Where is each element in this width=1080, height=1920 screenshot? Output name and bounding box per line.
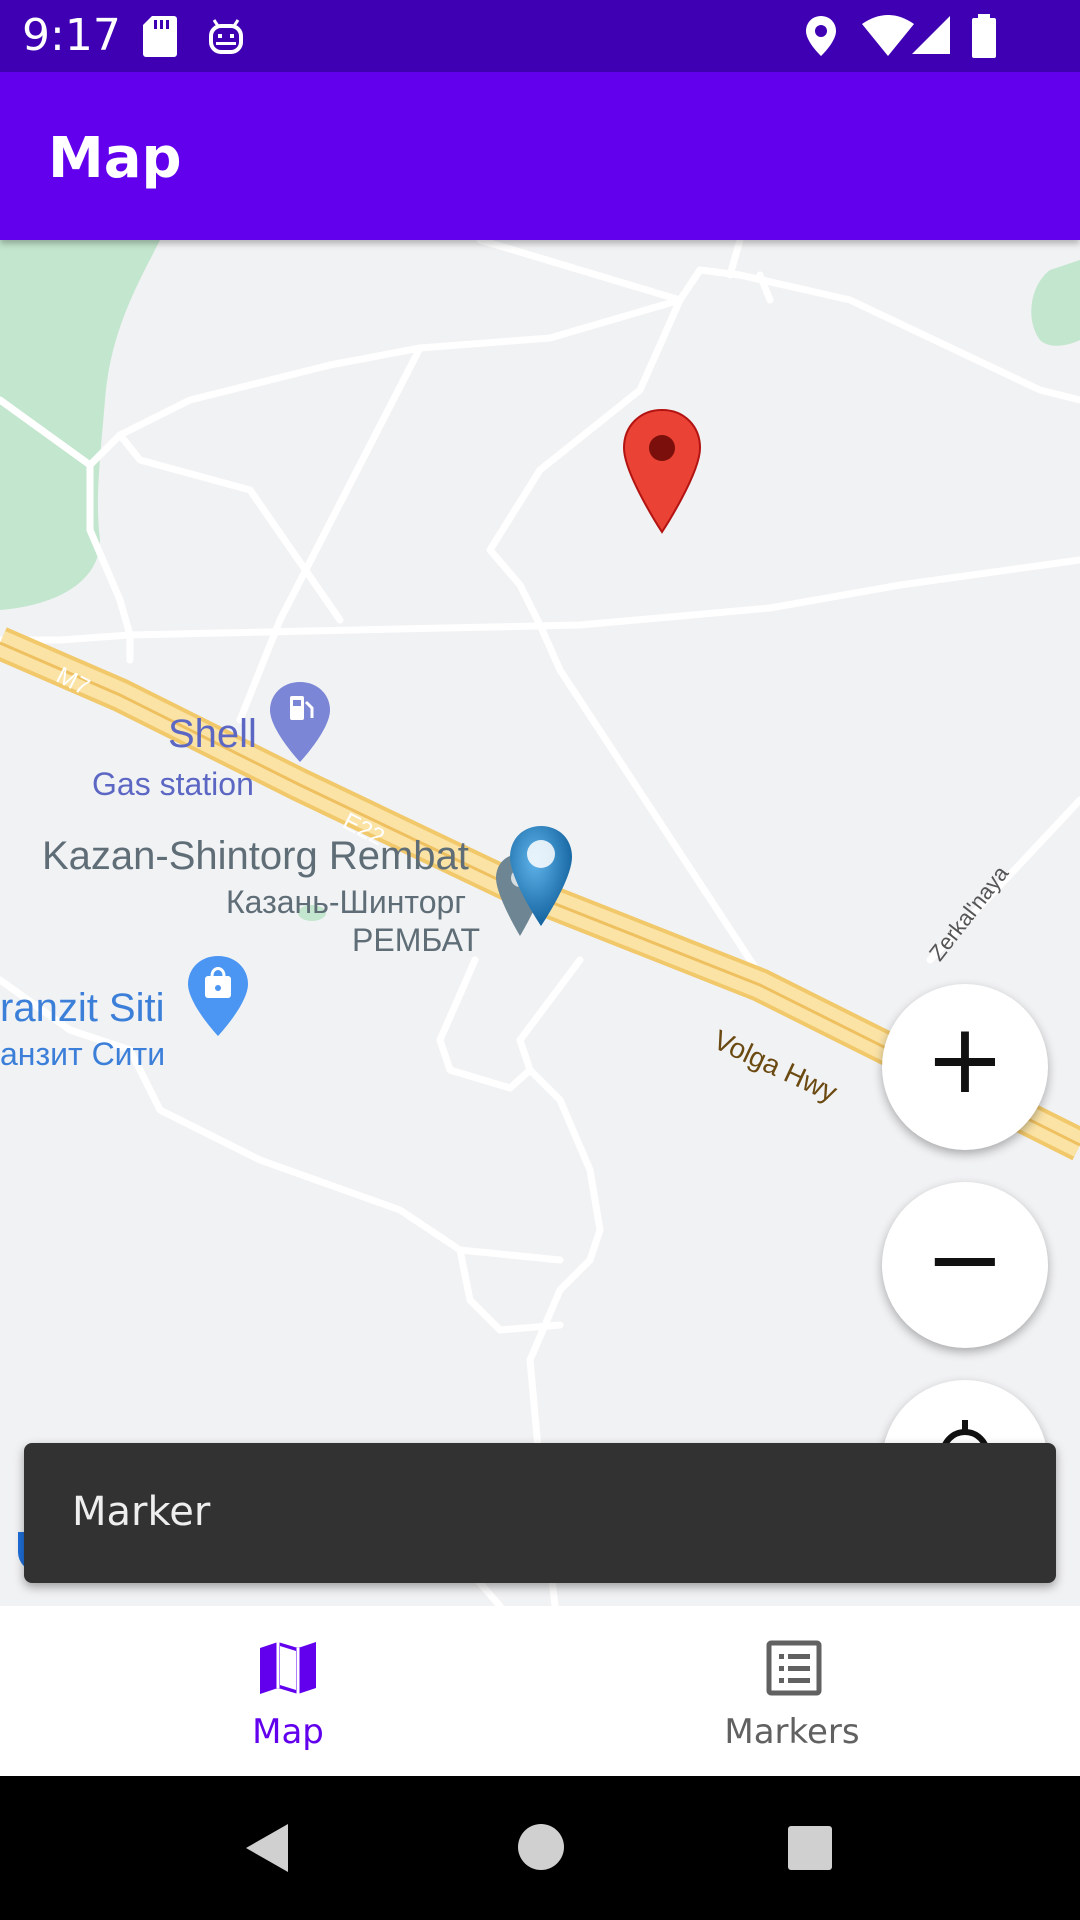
poi-label-rembat[interactable]: Kazan-Shintorg Rembat <box>42 834 469 879</box>
blue-custom-pin-icon[interactable] <box>506 824 576 928</box>
status-bar: 9:17 <box>0 0 1080 72</box>
status-time: 9:17 <box>22 10 121 61</box>
nav-item-markers[interactable]: Markers <box>522 1606 1062 1776</box>
page-title: Map <box>48 126 182 191</box>
snackbar: Marker <box>24 1443 1056 1583</box>
map-icon <box>260 1642 316 1694</box>
poi-label-shell[interactable]: Shell <box>168 712 257 757</box>
sd-card-icon <box>143 16 177 57</box>
poi-label-rembat-ru-1: Казань-Шинторг <box>226 884 466 920</box>
shopping-poi-icon <box>188 956 248 1036</box>
poi-label-tranzit[interactable]: ranzit Siti <box>0 986 165 1031</box>
wifi-icon <box>862 15 914 56</box>
plus-icon: + <box>924 1003 1006 1115</box>
minus-icon: − <box>924 1203 1006 1315</box>
park-area-right <box>1031 260 1080 346</box>
android-debug-icon <box>209 19 243 54</box>
snackbar-message: Marker <box>72 1489 211 1535</box>
list-icon <box>766 1640 822 1696</box>
recents-icon[interactable] <box>786 1824 834 1872</box>
system-navigation-bar <box>0 1776 1080 1920</box>
nav-label-markers: Markers <box>724 1712 860 1752</box>
battery-icon <box>972 14 996 58</box>
zoom-out-button[interactable]: − <box>882 1182 1048 1348</box>
app-bar: Map <box>0 72 1080 240</box>
nav-item-map[interactable]: Map <box>18 1606 558 1776</box>
poi-label-tranzit-ru: анзит Сити <box>0 1036 166 1072</box>
back-icon[interactable] <box>240 1820 296 1876</box>
location-icon <box>806 16 836 56</box>
home-icon[interactable] <box>516 1822 566 1872</box>
nav-label-map: Map <box>252 1712 324 1752</box>
poi-category-label: Gas station <box>92 766 254 802</box>
zoom-in-button[interactable]: + <box>882 984 1048 1150</box>
poi-label-rembat-ru-2: РЕМБАТ <box>352 922 481 958</box>
bottom-navigation: Map Markers <box>0 1606 1080 1776</box>
signal-icon <box>912 16 950 54</box>
red-location-pin-icon[interactable] <box>622 408 702 534</box>
gas-station-poi-icon <box>270 682 330 762</box>
map-view[interactable]: Shell Gas station Kazan-Shintorg Rembat … <box>0 240 1080 1606</box>
